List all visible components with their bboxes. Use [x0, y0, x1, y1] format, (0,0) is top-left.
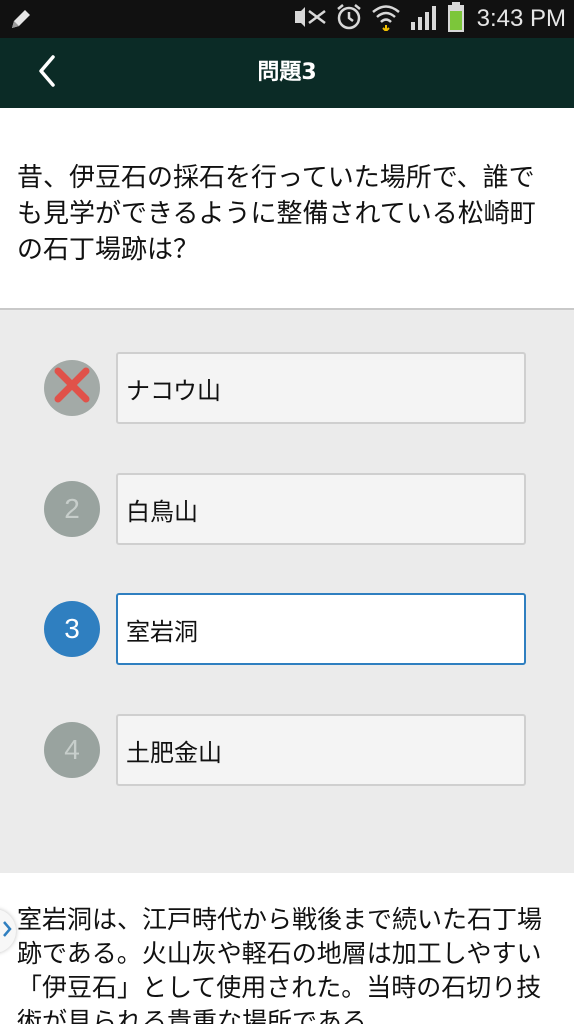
- answer-option-3[interactable]: 3 室岩洞: [0, 593, 574, 665]
- answer-number-3: 3: [44, 601, 100, 657]
- chevron-left-icon: [35, 53, 59, 93]
- battery-icon: [447, 2, 465, 36]
- wrong-answer-marker: [44, 360, 100, 416]
- answer-number-2: 2: [44, 481, 100, 537]
- status-bar: 3:43 PM: [0, 0, 574, 38]
- wifi-icon: [371, 3, 401, 35]
- close-icon: [52, 365, 92, 412]
- explanation-text: 室岩洞は、江戸時代から戦後まで続いた石丁場跡である。火山灰や軽石の地層は加工しや…: [17, 905, 543, 1024]
- answer-button-2[interactable]: 白鳥山: [116, 473, 526, 545]
- app-bar: 問題3: [0, 38, 574, 108]
- answer-option-1[interactable]: ナコウ山: [0, 352, 574, 424]
- status-icons: 3:43 PM: [293, 2, 566, 36]
- answer-number-4: 4: [44, 722, 100, 778]
- page-title: 問題3: [257, 60, 317, 85]
- alarm-icon: [335, 3, 363, 35]
- question-text: 昔、伊豆石の採石を行っていた場所で、誰でも見学ができるように整備されている松崎町…: [17, 163, 536, 265]
- answer-button-3[interactable]: 室岩洞: [116, 593, 526, 665]
- answer-button-4[interactable]: 土肥金山: [116, 714, 526, 786]
- answer-option-2[interactable]: 2 白鳥山: [0, 473, 574, 545]
- question-panel: 昔、伊豆石の採石を行っていた場所で、誰でも見学ができるように整備されている松崎町…: [0, 108, 574, 310]
- status-time: 3:43 PM: [476, 5, 566, 32]
- explanation-panel: 室岩洞は、江戸時代から戦後まで続いた石丁場跡である。火山灰や軽石の地層は加工しや…: [0, 873, 574, 1024]
- signal-icon: [409, 4, 439, 34]
- chevron-right-icon: [2, 920, 12, 942]
- drawer-handle[interactable]: [0, 909, 16, 953]
- edit-icon: [8, 6, 34, 36]
- back-button[interactable]: [24, 52, 70, 94]
- answer-button-1[interactable]: ナコウ山: [116, 352, 526, 424]
- answer-list: ナコウ山 2 白鳥山 3 室岩洞 4 土肥金山: [0, 311, 574, 873]
- answer-option-4[interactable]: 4 土肥金山: [0, 714, 574, 786]
- mute-icon: [293, 5, 327, 33]
